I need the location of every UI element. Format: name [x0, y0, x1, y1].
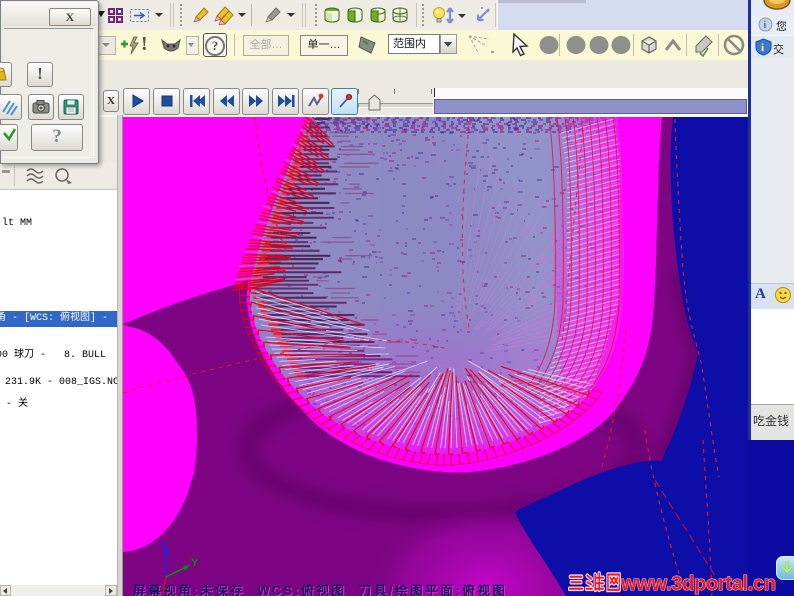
svg-text:Y: Y	[191, 557, 199, 569]
svg-text:Z: Z	[161, 541, 168, 553]
svg-text:i: i	[761, 42, 764, 54]
svg-text:i: i	[764, 20, 767, 31]
svg-text:www.3dportal.cn: www.3dportal.cn	[620, 573, 776, 595]
